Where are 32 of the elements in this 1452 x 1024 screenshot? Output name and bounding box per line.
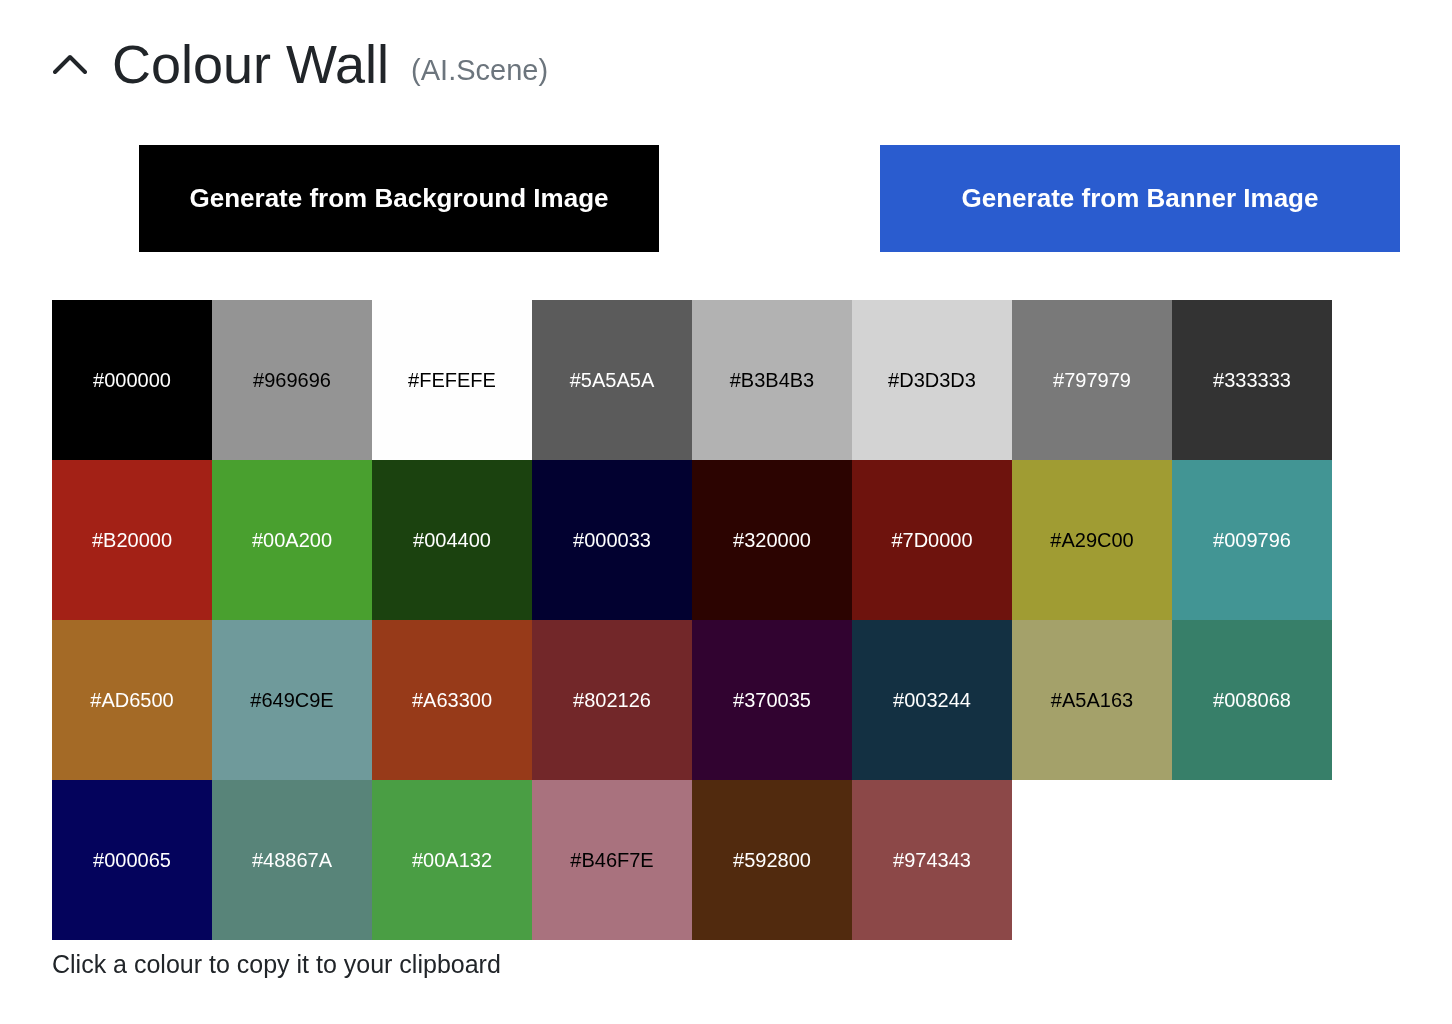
colour-swatch[interactable]: #649C9E	[212, 620, 372, 780]
colour-swatch[interactable]: #000065	[52, 780, 212, 940]
colour-swatch[interactable]: #974343	[852, 780, 1012, 940]
colour-swatch[interactable]: #A63300	[372, 620, 532, 780]
section-title: Colour Wall	[112, 37, 390, 91]
colour-swatch[interactable]: #B46F7E	[532, 780, 692, 940]
colour-swatch[interactable]: #802126	[532, 620, 692, 780]
colour-swatch[interactable]: #320000	[692, 460, 852, 620]
section-subtitle: (AI.Scene)	[411, 55, 549, 85]
colour-swatch[interactable]: #592800	[692, 780, 852, 940]
colour-swatch[interactable]: #B3B4B3	[692, 300, 852, 460]
generate-button[interactable]: Generate from Background Image	[139, 145, 659, 252]
colour-swatch[interactable]: #333333	[1172, 300, 1332, 460]
colour-swatch[interactable]: #000000	[52, 300, 212, 460]
generate-button[interactable]: Generate from Banner Image	[880, 145, 1400, 252]
colour-swatch[interactable]: #797979	[1012, 300, 1172, 460]
colour-swatch[interactable]: #003244	[852, 620, 1012, 780]
colour-swatch[interactable]: #D3D3D3	[852, 300, 1012, 460]
colour-swatch[interactable]: #008068	[1172, 620, 1332, 780]
colour-swatch[interactable]: #969696	[212, 300, 372, 460]
colour-swatch[interactable]: #370035	[692, 620, 852, 780]
hint-text: Click a colour to copy it to your clipboard	[52, 952, 502, 977]
colour-swatch[interactable]: #A5A163	[1012, 620, 1172, 780]
colour-swatch[interactable]: #48867A	[212, 780, 372, 940]
colour-swatch[interactable]: #5A5A5A	[532, 300, 692, 460]
colour-swatch[interactable]: #004400	[372, 460, 532, 620]
colour-swatch[interactable]: #000033	[532, 460, 692, 620]
colour-swatch[interactable]: #A29C00	[1012, 460, 1172, 620]
colour-swatch[interactable]: #009796	[1172, 460, 1332, 620]
colour-swatch[interactable]: #AD6500	[52, 620, 212, 780]
colour-swatch[interactable]: #7D0000	[852, 460, 1012, 620]
colour-swatch[interactable]: #B20000	[52, 460, 212, 620]
